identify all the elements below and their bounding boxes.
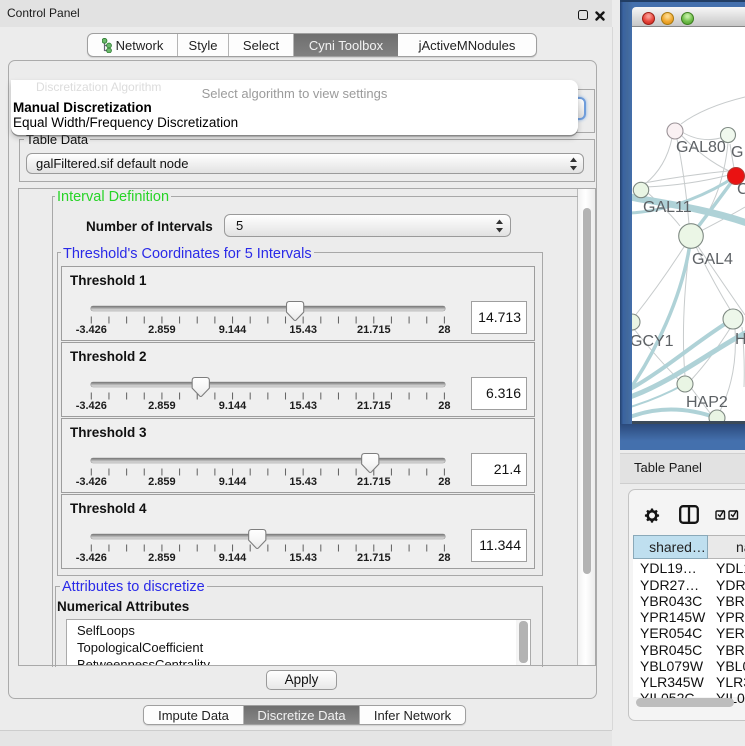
svg-text:GAL11: GAL11 (643, 199, 692, 216)
svg-text:C: C (737, 181, 745, 198)
svg-text:G: G (731, 144, 743, 161)
svg-text:GAL4: GAL4 (692, 251, 733, 268)
svg-text:GAL80: GAL80 (676, 139, 726, 156)
svg-text:H: H (735, 331, 745, 348)
svg-text:HAP2: HAP2 (686, 394, 728, 411)
svg-text:GCY1: GCY1 (632, 333, 674, 350)
